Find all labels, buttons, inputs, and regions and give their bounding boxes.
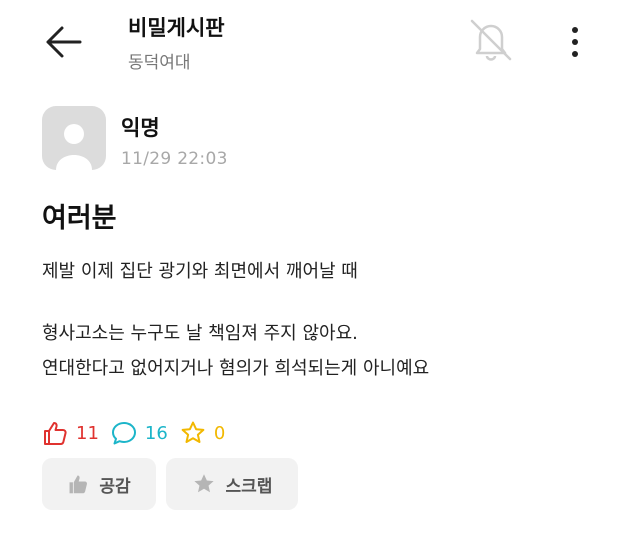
anonymous-avatar-icon [56, 124, 92, 170]
like-button-label: 공감 [99, 476, 131, 497]
more-options-button[interactable] [560, 22, 590, 62]
comment-count: 16 [144, 422, 168, 444]
like-stat: 11 [42, 420, 99, 446]
board-title: 비밀게시판 [128, 16, 225, 40]
thumbs-up-icon [44, 422, 67, 445]
thumbs-up-filled-icon [69, 475, 88, 494]
post-body-line: 형사고소는 누구도 날 책임져 주지 않아요. [42, 323, 358, 344]
school-name: 동덕여대 [128, 53, 191, 73]
author-name: 익명 [121, 116, 160, 140]
back-arrow-icon [46, 26, 82, 58]
scrap-button[interactable]: 스크랩 [166, 458, 298, 510]
post-date: 11/29 22:03 [121, 149, 228, 169]
post-title: 여러분 [42, 203, 117, 234]
more-vertical-icon [572, 27, 578, 57]
back-button[interactable] [40, 22, 86, 62]
like-button[interactable]: 공감 [42, 458, 156, 510]
like-count: 11 [76, 422, 99, 444]
post-stats: 11 16 0 [42, 418, 237, 448]
post-body-line: 연대한다고 없어지거나 혐의가 희석되는게 아니예요 [42, 358, 430, 379]
star-icon [181, 421, 205, 443]
star-filled-icon [193, 474, 214, 493]
comment-bubble-icon [111, 422, 136, 445]
avatar [42, 106, 106, 170]
post-body: 제발 이제 집단 광기와 최면에서 깨어날 때 형사고소는 누구도 날 책임져 … [42, 254, 622, 386]
comment-stat: 16 [111, 420, 168, 446]
scrap-button-label: 스크랩 [225, 476, 273, 497]
notification-toggle-button[interactable] [466, 16, 516, 62]
post-body-line: 제발 이제 집단 광기와 최면에서 깨어날 때 [42, 261, 358, 282]
scrap-count: 0 [213, 422, 226, 444]
scrap-stat: 0 [180, 420, 225, 446]
bell-off-icon [470, 19, 512, 61]
